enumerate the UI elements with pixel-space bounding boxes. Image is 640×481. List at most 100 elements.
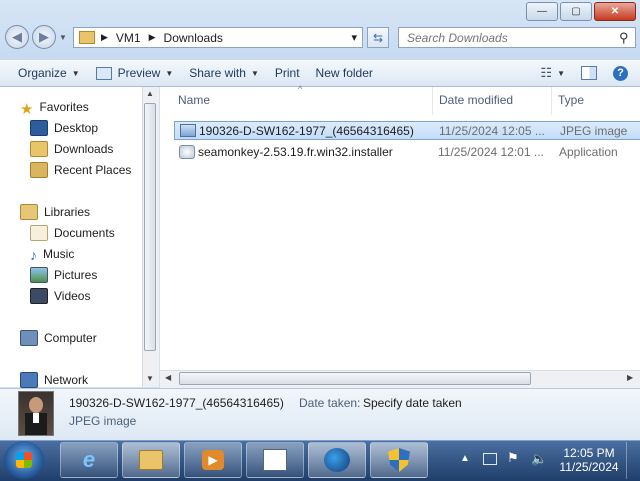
music-icon: ♪: [30, 247, 37, 263]
breadcrumb-downloads[interactable]: Downloads: [164, 31, 223, 45]
column-header-type[interactable]: Type: [558, 93, 584, 107]
details-date-taken-label: Date taken:: [299, 396, 361, 410]
clock-date: 11/25/2024: [559, 460, 619, 474]
search-icon[interactable]: ⚲: [619, 30, 629, 46]
preview-pane-icon: [581, 66, 597, 80]
details-file-type: JPEG image: [69, 414, 137, 428]
scroll-left-arrow-icon[interactable]: ◀: [165, 373, 171, 382]
table-row[interactable]: 190326-D-SW162-1977_(46564316465) 11/25/…: [174, 121, 640, 140]
nav-computer[interactable]: Computer: [20, 328, 97, 348]
view-options-button[interactable]: ☷ ▼: [532, 62, 573, 84]
taskbar-windows-explorer[interactable]: [122, 442, 180, 478]
table-row[interactable]: seamonkey-2.53.19.fr.win32.installer 11/…: [174, 142, 640, 161]
downloads-folder-icon: [30, 141, 48, 157]
folder-icon: [79, 31, 95, 44]
new-folder-button[interactable]: New folder: [308, 62, 381, 84]
search-box[interactable]: ⚲: [398, 27, 636, 48]
file-date: 11/25/2024 12:01 ...: [438, 144, 544, 159]
close-button[interactable]: ✕: [594, 2, 636, 21]
computer-icon: [20, 330, 38, 346]
image-thumbnail: [18, 391, 54, 436]
navigation-pane: ★ Favorites Desktop Downloads Recent Plac…: [0, 87, 158, 390]
organize-menu[interactable]: Organize ▼: [10, 62, 88, 84]
shield-icon: [388, 448, 410, 472]
document-icon: [263, 449, 287, 471]
breadcrumb-vm1[interactable]: VM1: [116, 31, 141, 45]
caret-down-icon: ▼: [165, 68, 174, 78]
recent-pages-dropdown[interactable]: ▼: [59, 33, 67, 42]
network-status-icon[interactable]: [483, 453, 497, 465]
desktop-icon: [30, 120, 48, 136]
pictures-icon: [30, 267, 48, 283]
nav-pictures[interactable]: Pictures: [30, 265, 97, 285]
preview-icon: [95, 66, 112, 80]
file-name: 190326-D-SW162-1977_(46564316465): [199, 123, 414, 138]
column-divider[interactable]: [432, 87, 433, 115]
file-date: 11/25/2024 12:05 ...: [439, 123, 545, 138]
preview-menu[interactable]: Preview ▼: [88, 62, 182, 84]
nav-videos[interactable]: Videos: [30, 286, 90, 306]
clock-time: 12:05 PM: [563, 446, 615, 460]
minimize-button[interactable]: —: [526, 2, 558, 21]
internet-explorer-icon: e: [82, 447, 96, 472]
nav-network[interactable]: Network: [20, 370, 88, 390]
taskbar-media-player[interactable]: ▶: [184, 442, 242, 478]
refresh-icon: ⇆: [372, 30, 384, 45]
recent-places-icon: [30, 162, 48, 178]
nav-recent-places[interactable]: Recent Places: [30, 160, 131, 180]
taskbar-internet-explorer[interactable]: e: [60, 442, 118, 478]
forward-button[interactable]: ▶: [32, 25, 56, 49]
start-button[interactable]: [4, 441, 44, 479]
nav-desktop[interactable]: Desktop: [30, 118, 98, 138]
search-input[interactable]: [405, 29, 619, 46]
address-bar[interactable]: ▶ VM1 ▶ Downloads ▾: [73, 27, 363, 48]
column-header-date-modified[interactable]: Date modified: [439, 93, 513, 107]
caret-down-icon: ▼: [250, 68, 259, 78]
libraries-icon: [20, 204, 38, 220]
volume-muted-icon[interactable]: 🔈: [531, 451, 547, 467]
taskbar-installer[interactable]: [370, 442, 428, 478]
print-button[interactable]: Print: [267, 62, 308, 84]
preview-pane-button[interactable]: [573, 62, 605, 84]
nav-libraries[interactable]: Libraries: [20, 202, 90, 222]
star-icon: ★: [20, 101, 34, 118]
chevron-right-icon: ▶: [148, 32, 156, 42]
nav-music[interactable]: ♪ Music: [30, 244, 74, 264]
clock[interactable]: 12:05 PM 11/25/2024: [556, 446, 622, 474]
file-type: Application: [559, 144, 618, 159]
refresh-button[interactable]: ⇆: [367, 27, 389, 48]
file-list: Name ^ Date modified Type 190326-D-SW162…: [159, 84, 640, 387]
network-icon: [20, 372, 38, 388]
maximize-button[interactable]: ▢: [560, 2, 592, 21]
media-player-icon: ▶: [202, 450, 224, 470]
address-dropdown-icon[interactable]: ▾: [351, 31, 357, 44]
details-date-taken-value[interactable]: Specify date taken: [363, 396, 462, 410]
nav-documents[interactable]: Documents: [30, 223, 115, 243]
command-bar: Organize ▼ Preview ▼ Share with ▼ Print New…: [0, 60, 640, 87]
show-desktop-button[interactable]: [626, 442, 640, 479]
nav-downloads[interactable]: Downloads: [30, 139, 113, 159]
show-hidden-icons-icon[interactable]: ▲: [460, 453, 470, 464]
share-with-menu[interactable]: Share with ▼: [181, 62, 267, 84]
back-arrow-icon: ◀: [12, 29, 22, 44]
horizontal-scrollbar-thumb[interactable]: [179, 372, 531, 385]
help-icon: ?: [613, 65, 628, 81]
help-button[interactable]: ?: [605, 62, 636, 84]
scroll-down-arrow-icon[interactable]: ▼: [146, 374, 154, 383]
nav-favorites[interactable]: ★ Favorites: [20, 97, 89, 118]
column-header-name[interactable]: Name: [178, 93, 210, 107]
nav-scrollbar-thumb[interactable]: [144, 103, 156, 351]
documents-icon: [30, 225, 48, 241]
sort-caret-icon: ^: [298, 84, 303, 94]
taskbar-seamonkey[interactable]: [308, 442, 366, 478]
column-divider[interactable]: [551, 87, 552, 115]
scroll-up-arrow-icon[interactable]: ▲: [146, 89, 154, 98]
seamonkey-icon: [324, 448, 350, 472]
taskbar-document-app[interactable]: [246, 442, 304, 478]
caret-down-icon: ▼: [557, 68, 565, 78]
back-button[interactable]: ◀: [5, 25, 29, 49]
scroll-right-arrow-icon[interactable]: ▶: [627, 373, 633, 382]
details-filename: 190326-D-SW162-1977_(46564316465): [69, 396, 284, 410]
installer-icon: [179, 144, 195, 159]
action-center-flag-icon[interactable]: ⚑: [507, 450, 519, 466]
